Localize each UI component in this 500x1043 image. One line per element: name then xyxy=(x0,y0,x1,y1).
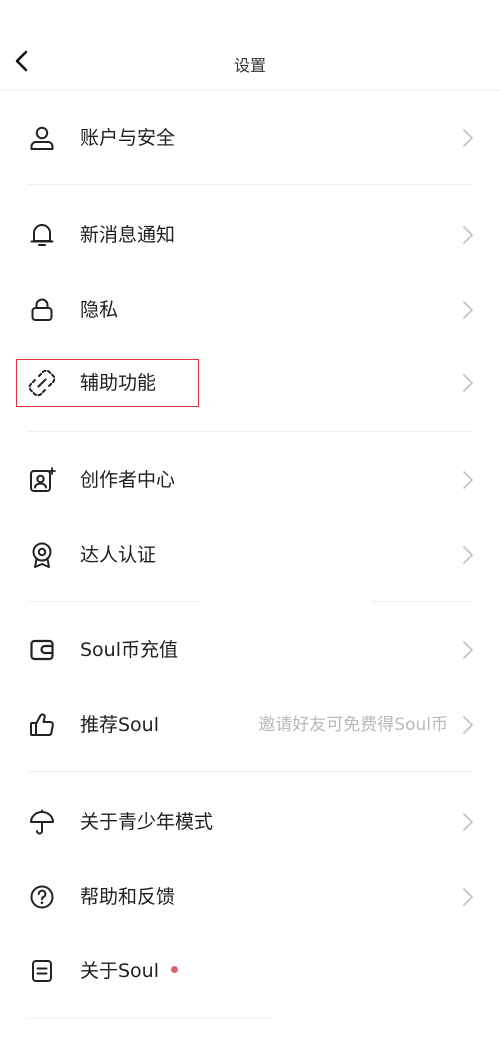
bell-icon xyxy=(30,224,54,246)
wallet-icon xyxy=(30,639,54,661)
settings-item-expert-certification[interactable]: 达人认证 xyxy=(0,525,500,585)
section-divider xyxy=(372,601,474,602)
help-circle-icon xyxy=(30,885,54,909)
settings-item-help-feedback[interactable]: 帮助和反馈 xyxy=(0,867,500,927)
lock-icon xyxy=(31,298,53,321)
settings-item-teen-mode[interactable]: 关于青少年模式 xyxy=(0,792,500,852)
settings-item-creator-center[interactable]: 创作者中心 xyxy=(0,450,500,510)
chevron-right-icon xyxy=(463,301,473,319)
section-divider xyxy=(27,601,199,602)
creator-profile-icon xyxy=(30,467,56,492)
settings-item-label: 辅助功能 xyxy=(80,372,157,394)
settings-item-notifications[interactable]: 新消息通知 xyxy=(0,205,500,265)
settings-item-accessibility[interactable]: 辅助功能 xyxy=(0,353,500,413)
chevron-right-icon xyxy=(463,374,473,392)
chevron-right-icon xyxy=(463,716,473,734)
chevron-right-icon xyxy=(463,546,473,564)
settings-item-label: 推荐Soul xyxy=(80,714,160,736)
accessibility-link-icon xyxy=(28,369,56,397)
settings-item-label: 创作者中心 xyxy=(80,469,176,491)
settings-item-label-text: 关于Soul xyxy=(80,960,160,982)
chevron-right-icon xyxy=(463,813,473,831)
page-title: 设置 xyxy=(233,56,266,75)
award-badge-icon xyxy=(32,542,52,568)
section-divider xyxy=(27,771,474,772)
user-icon xyxy=(30,126,54,150)
section-divider xyxy=(27,184,474,185)
thumbs-up-icon xyxy=(30,713,54,736)
new-indicator-dot xyxy=(171,966,179,973)
settings-item-privacy[interactable]: 隐私 xyxy=(0,280,500,340)
top-bar: 设置 xyxy=(0,0,500,91)
settings-item-label: 新消息通知 xyxy=(80,224,176,246)
settings-item-account-security[interactable]: 账户与安全 xyxy=(0,108,500,168)
chevron-right-icon xyxy=(463,226,473,244)
document-icon xyxy=(32,960,52,982)
settings-item-about-soul[interactable]: 关于Soul xyxy=(0,941,500,1001)
section-divider xyxy=(27,1018,271,1019)
invite-hint-text: 邀请好友可免费得Soul币 xyxy=(258,715,448,735)
section-divider xyxy=(27,431,474,432)
settings-item-label: 关于Soul xyxy=(80,941,179,1001)
umbrella-icon xyxy=(30,809,54,835)
chevron-right-icon xyxy=(463,129,473,147)
chevron-right-icon xyxy=(463,471,473,489)
settings-item-soul-coin-recharge[interactable]: Soul币充值 xyxy=(0,620,500,680)
chevron-right-icon xyxy=(463,888,473,906)
settings-item-label: 帮助和反馈 xyxy=(80,886,176,908)
settings-item-label: 账户与安全 xyxy=(80,127,176,149)
settings-item-label: Soul币充值 xyxy=(80,639,179,661)
chevron-right-icon xyxy=(463,641,473,659)
settings-item-label: 关于青少年模式 xyxy=(80,811,214,833)
settings-item-label: 隐私 xyxy=(80,299,119,321)
settings-item-label: 达人认证 xyxy=(80,544,157,566)
settings-item-recommend-soul[interactable]: 推荐Soul 邀请好友可免费得Soul币 xyxy=(0,695,500,755)
